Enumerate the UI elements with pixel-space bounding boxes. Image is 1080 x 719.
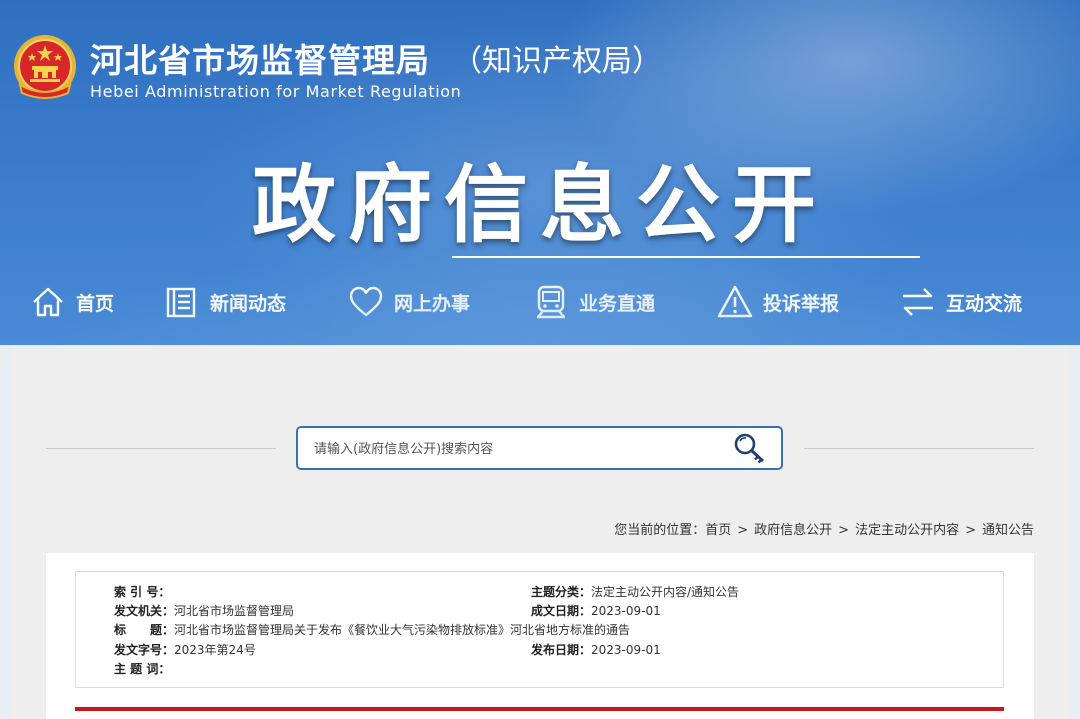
- meta-issuer: 发文机关：河北省市场监督管理局: [114, 603, 294, 619]
- meta-publish-date: 发布日期：2023-09-01: [531, 642, 661, 658]
- meta-docno-value: 2023年第24号: [174, 643, 256, 657]
- nav-item-label: 网上办事: [394, 292, 471, 315]
- breadcrumb-gov-info[interactable]: 政府信息公开: [754, 523, 832, 538]
- breadcrumb: 您当前的位置：首页 > 政府信息公开 > 法定主动公开内容 > 通知公告: [614, 519, 1034, 538]
- nav-item-interaction[interactable]: 互动交流: [900, 276, 1022, 328]
- page-headline: 政府信息公开: [251, 156, 828, 254]
- meta-issuer-label: 发文机关：: [114, 604, 175, 618]
- meta-publish-label: 发布日期：: [531, 643, 592, 657]
- meta-category: 主题分类：法定主动公开内容/通知公告: [531, 584, 739, 600]
- breadcrumb-separator: >: [838, 523, 850, 538]
- headline-underline: [452, 256, 920, 258]
- breadcrumb-home[interactable]: 首页: [705, 523, 731, 538]
- breadcrumb-prefix: 您当前的位置：: [614, 523, 706, 538]
- org-name-cn-sub: （知识产权局）: [452, 44, 662, 79]
- news-icon: [166, 287, 196, 318]
- search-divider-left: [46, 448, 276, 449]
- meta-written-value: 2023-09-01: [591, 604, 661, 618]
- search-key-icon: [734, 433, 765, 464]
- nav-item-label: 首页: [76, 292, 115, 315]
- exchange-icon: [903, 288, 933, 316]
- meta-docno-label: 发文字号：: [114, 643, 175, 657]
- breadcrumb-notices[interactable]: 通知公告: [982, 523, 1034, 538]
- nav-item-complaint[interactable]: 投诉举报: [717, 276, 839, 328]
- meta-publish-value: 2023-09-01: [591, 643, 661, 657]
- warning-icon: [717, 285, 753, 318]
- heart-icon: [349, 286, 383, 317]
- search-button[interactable]: [731, 432, 769, 466]
- nav-item-online-service[interactable]: 网上办事: [348, 276, 470, 328]
- nav-item-home[interactable]: 首页: [30, 276, 114, 328]
- nav-item-business-direct[interactable]: 业务直通: [533, 276, 655, 328]
- search-box: [296, 426, 783, 470]
- meta-title-value: 河北省市场监督管理局关于发布《餐饮业大气污染物排放标准》河北省地方标准的通告: [174, 623, 631, 637]
- meta-written-date: 成文日期：2023-09-01: [531, 603, 661, 619]
- nav-item-label: 投诉举报: [763, 292, 840, 315]
- nav-item-label: 互动交流: [946, 292, 1023, 315]
- breadcrumb-separator: >: [737, 523, 749, 538]
- meta-keywords-label: 主 题 词：: [114, 662, 171, 676]
- meta-keywords: 主 题 词：: [114, 661, 170, 677]
- meta-index: 索 引 号：: [114, 584, 170, 600]
- train-icon: [537, 285, 565, 319]
- main-nav: 首页 新闻动态 网上办事 业务直通 投诉举报 互动交流: [0, 276, 1080, 328]
- search-input[interactable]: [312, 428, 716, 470]
- org-name-cn: 河北省市场监督管理局: [90, 41, 430, 80]
- meta-index-label: 索 引 号：: [114, 585, 171, 599]
- meta-written-label: 成文日期：: [531, 604, 592, 618]
- nav-item-label: 新闻动态: [210, 292, 287, 315]
- breadcrumb-statutory-content[interactable]: 法定主动公开内容: [855, 523, 959, 538]
- meta-title-label: 标 题：: [114, 623, 175, 637]
- meta-doc-number: 发文字号：2023年第24号: [114, 642, 256, 658]
- org-name-en: Hebei Administration for Market Regulati…: [90, 82, 462, 101]
- nav-item-news[interactable]: 新闻动态: [164, 276, 286, 328]
- meta-issuer-value: 河北省市场监督管理局: [174, 604, 295, 618]
- breadcrumb-separator: >: [965, 523, 976, 538]
- nav-item-label: 业务直通: [579, 292, 656, 315]
- meta-category-label: 主题分类：: [531, 585, 592, 599]
- national-emblem-icon: [14, 35, 76, 99]
- content-divider-red: [75, 707, 1004, 711]
- home-icon: [33, 287, 63, 317]
- header-banner: 河北省市场监督管理局 （知识产权局） Hebei Administration …: [0, 0, 1080, 345]
- meta-category-value: 法定主动公开内容/通知公告: [591, 585, 740, 599]
- search-divider-right: [804, 448, 1034, 449]
- meta-title: 标 题：河北省市场监督管理局关于发布《餐饮业大气污染物排放标准》河北省地方标准的…: [114, 622, 630, 638]
